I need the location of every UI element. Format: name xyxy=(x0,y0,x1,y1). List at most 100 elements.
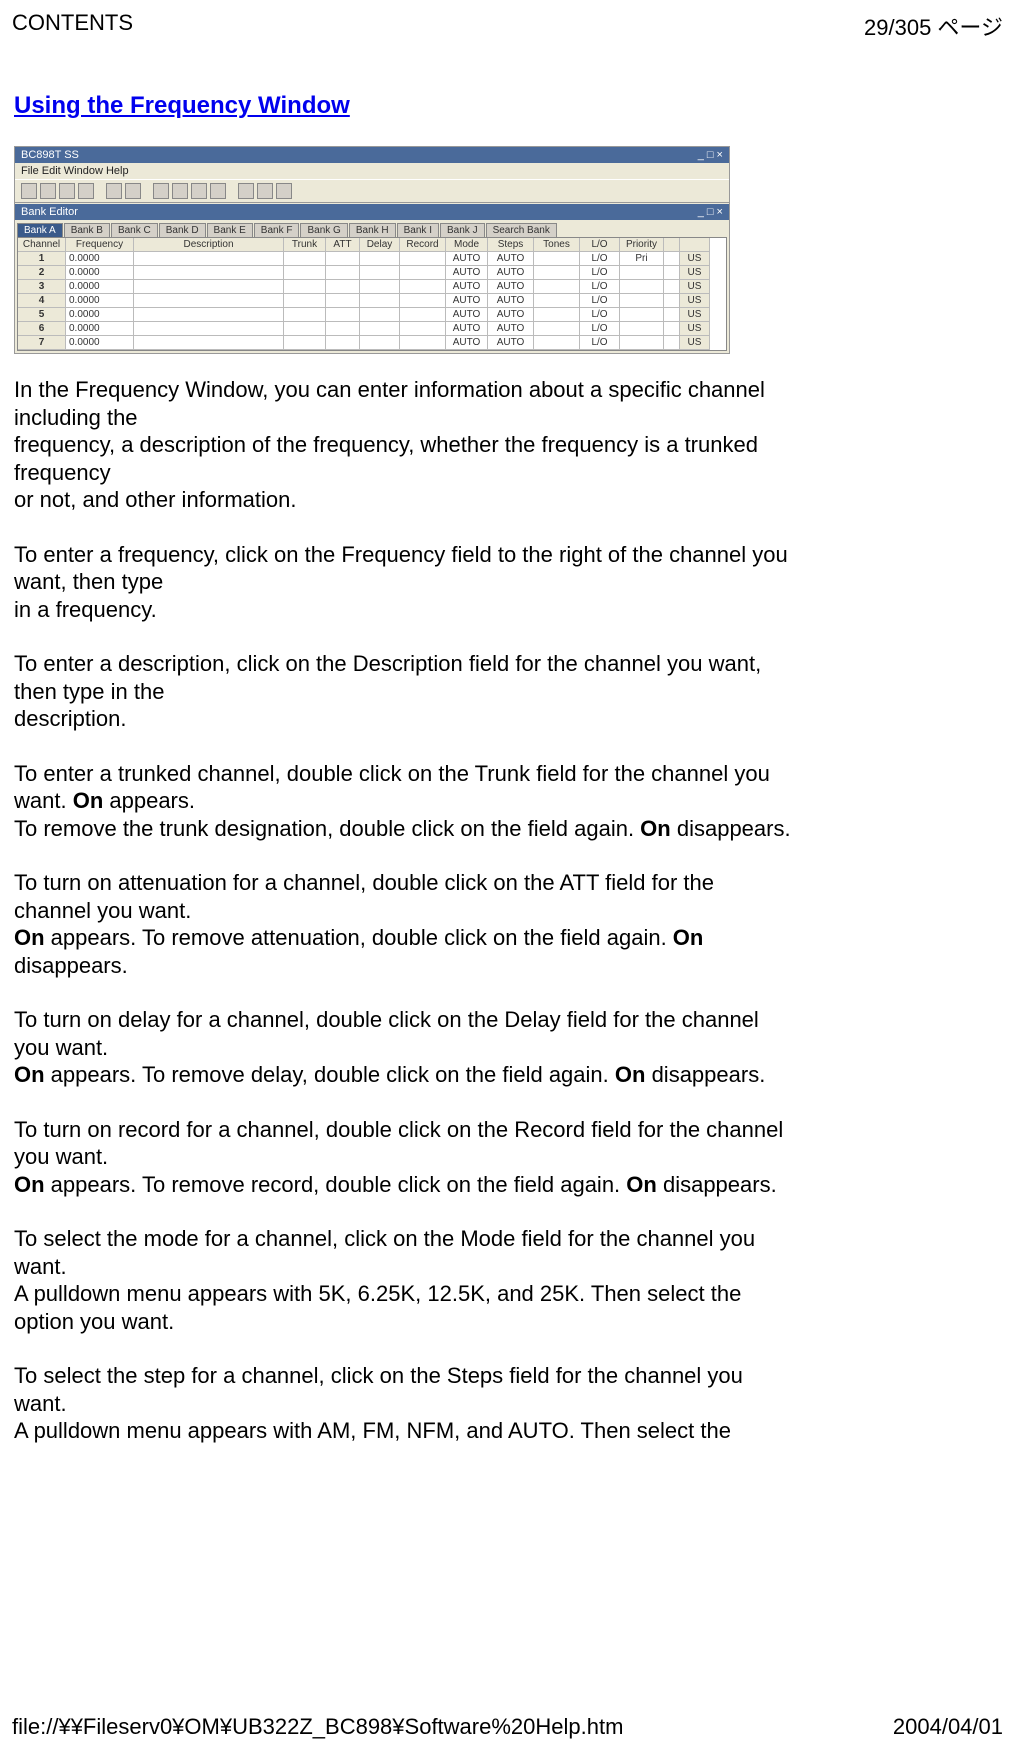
toolbar-icon xyxy=(21,183,37,199)
toolbar-icon xyxy=(238,183,254,199)
body-text: In the Frequency Window, you can enter i… xyxy=(14,377,765,430)
toolbar-icon xyxy=(40,183,56,199)
cell: 0.0000 xyxy=(66,266,134,280)
cell xyxy=(326,252,360,266)
column-header: Channel xyxy=(18,238,66,252)
cell xyxy=(284,336,326,350)
bank-tab: Bank C xyxy=(111,223,158,237)
column-header: Trunk xyxy=(284,238,326,252)
section-title-link[interactable]: Using the Frequency Window xyxy=(14,92,350,119)
table-row: 10.0000AUTOAUTOL/OPriUS xyxy=(18,252,726,266)
bank-tab: Bank E xyxy=(207,223,253,237)
cell: AUTO xyxy=(488,308,534,322)
toolbar xyxy=(15,179,729,203)
cell: 0.0000 xyxy=(66,280,134,294)
cell: AUTO xyxy=(446,252,488,266)
cell xyxy=(360,336,400,350)
cell: L/O xyxy=(580,252,620,266)
cell xyxy=(360,308,400,322)
column-header: Priority xyxy=(620,238,664,252)
footer-right: 2004/04/01 xyxy=(893,1714,1003,1740)
column-header: Mode xyxy=(446,238,488,252)
body-text: disappears. xyxy=(671,816,791,841)
body-text: or not, and other information. xyxy=(14,487,297,512)
window-controls-icon: _ □ × xyxy=(698,149,723,161)
toolbar-icon xyxy=(210,183,226,199)
body-text-bold: On xyxy=(615,1062,646,1087)
body-text: frequency, a description of the frequenc… xyxy=(14,432,758,485)
cell: L/O xyxy=(580,280,620,294)
cell xyxy=(534,252,580,266)
body-text: disappears. xyxy=(14,953,128,978)
body-text: To select the step for a channel, click … xyxy=(14,1363,743,1416)
body-text-bold: On xyxy=(626,1172,657,1197)
bank-tab: Bank A xyxy=(17,223,63,237)
column-header xyxy=(680,238,710,252)
column-header: Steps xyxy=(488,238,534,252)
table-row: 40.0000AUTOAUTOL/OUS xyxy=(18,294,726,308)
table-row: 60.0000AUTOAUTOL/OUS xyxy=(18,322,726,336)
body-text-bold: On xyxy=(73,788,104,813)
cell xyxy=(534,336,580,350)
column-header: L/O xyxy=(580,238,620,252)
cell xyxy=(400,308,446,322)
cell xyxy=(534,266,580,280)
cell: AUTO xyxy=(488,322,534,336)
cell xyxy=(326,266,360,280)
body-text: appears. To remove delay, double click o… xyxy=(45,1062,615,1087)
cell xyxy=(360,294,400,308)
subwindow-title: Bank Editor xyxy=(21,206,78,218)
cell xyxy=(620,308,664,322)
body-text-bold: On xyxy=(14,1062,45,1087)
bank-tab: Bank G xyxy=(300,223,347,237)
cell xyxy=(400,252,446,266)
bank-tab: Bank H xyxy=(349,223,396,237)
cell xyxy=(620,280,664,294)
cell xyxy=(620,294,664,308)
cell: AUTO xyxy=(446,308,488,322)
cell: US xyxy=(680,266,710,280)
cell: AUTO xyxy=(488,336,534,350)
toolbar-icon xyxy=(125,183,141,199)
cell: US xyxy=(680,280,710,294)
cell: 0.0000 xyxy=(66,294,134,308)
cell xyxy=(134,308,284,322)
bank-tab: Bank D xyxy=(159,223,206,237)
cell: US xyxy=(680,336,710,350)
body-text-bold: On xyxy=(640,816,671,841)
cell xyxy=(284,252,326,266)
channel-grid: ChannelFrequencyDescriptionTrunkATTDelay… xyxy=(17,237,727,351)
cell xyxy=(620,336,664,350)
bank-tab: Bank B xyxy=(64,223,110,237)
cell: 5 xyxy=(18,308,66,322)
body-text: appears. xyxy=(103,788,195,813)
cell xyxy=(326,336,360,350)
cell: AUTO xyxy=(446,336,488,350)
app-screenshot: BC898T SS _ □ × File Edit Window Help Ba… xyxy=(14,146,730,354)
header-left: CONTENTS xyxy=(12,10,133,42)
column-header: Frequency xyxy=(66,238,134,252)
toolbar-icon xyxy=(78,183,94,199)
subwindow-controls-icon: _ □ × xyxy=(698,206,723,218)
toolbar-icon xyxy=(106,183,122,199)
cell: L/O xyxy=(580,294,620,308)
header-right: 29/305 ページ xyxy=(864,10,1003,42)
body-text: To remove the trunk designation, double … xyxy=(14,816,640,841)
column-header: Record xyxy=(400,238,446,252)
cell: 0.0000 xyxy=(66,322,134,336)
cell xyxy=(400,266,446,280)
cell: US xyxy=(680,308,710,322)
cell: AUTO xyxy=(446,322,488,336)
cell: 7 xyxy=(18,336,66,350)
cell xyxy=(534,322,580,336)
body-text: A pulldown menu appears with 5K, 6.25K, … xyxy=(14,1281,741,1334)
cell: AUTO xyxy=(446,294,488,308)
cell xyxy=(326,322,360,336)
body-text: description. xyxy=(14,706,127,731)
column-header: Description xyxy=(134,238,284,252)
body-text: A pulldown menu appears with AM, FM, NFM… xyxy=(14,1418,731,1443)
column-header: Tones xyxy=(534,238,580,252)
body-text: To turn on delay for a channel, double c… xyxy=(14,1007,759,1060)
cell: L/O xyxy=(580,322,620,336)
cell xyxy=(534,294,580,308)
